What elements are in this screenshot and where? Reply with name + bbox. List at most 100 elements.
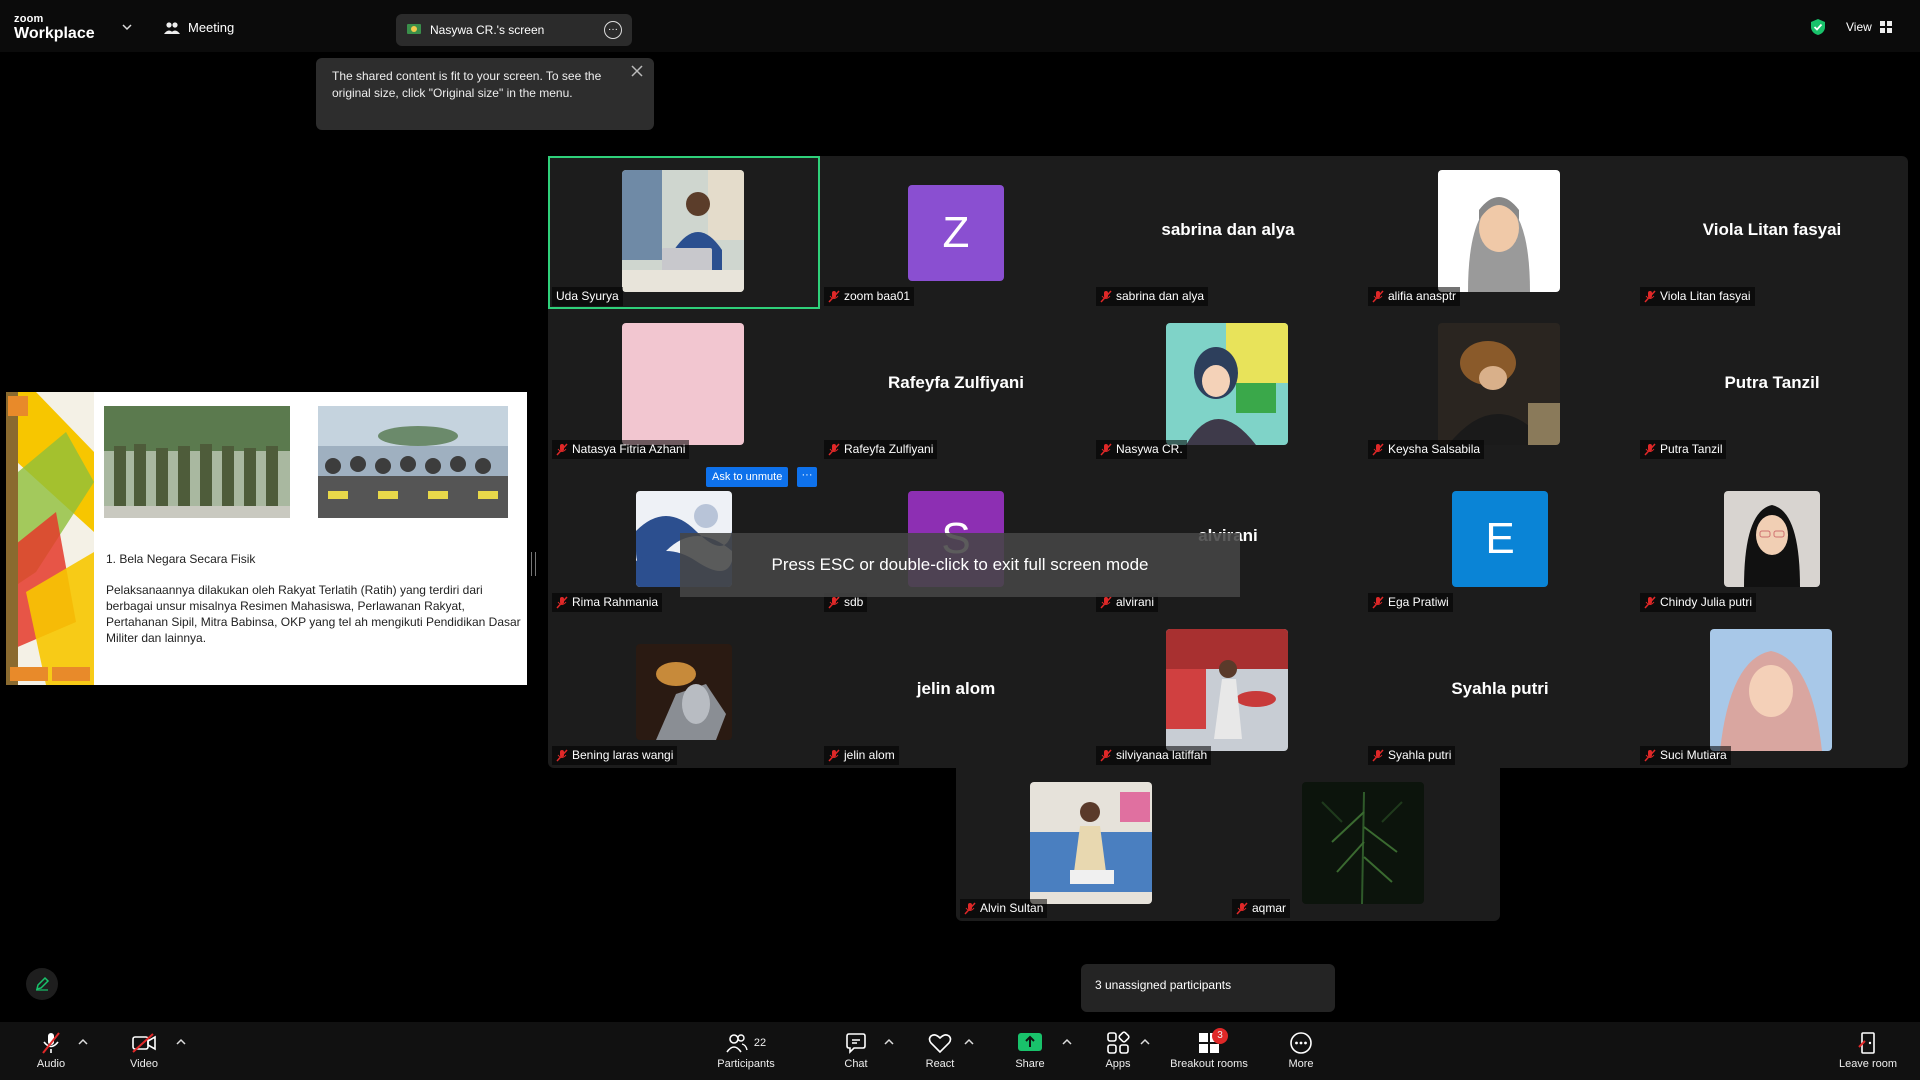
- participant-tile[interactable]: Syahla putri Syahla putri: [1364, 615, 1636, 768]
- video-off-icon: [132, 1033, 156, 1053]
- participant-display-name: jelin alom: [916, 679, 996, 698]
- apps-button[interactable]: Apps: [1100, 1030, 1136, 1070]
- participant-tile[interactable]: aqmar: [1228, 768, 1500, 921]
- shield-check-icon[interactable]: [1810, 18, 1826, 36]
- video-button[interactable]: Video: [126, 1030, 162, 1070]
- chat-button[interactable]: Chat: [838, 1030, 874, 1070]
- mic-muted-icon: [1372, 596, 1384, 609]
- participant-tile[interactable]: jelin alom jelin alom: [820, 615, 1092, 768]
- share-source-label: Nasywa CR.'s screen: [430, 23, 545, 37]
- participant-tile[interactable]: Putra Tanzil Putra Tanzil: [1636, 309, 1908, 462]
- more-button[interactable]: More: [1284, 1030, 1318, 1070]
- participant-name-label: Rima Rahmania: [552, 593, 663, 612]
- breakout-rooms-label: Breakout rooms: [1170, 1058, 1248, 1070]
- mic-muted-icon: [1372, 290, 1384, 303]
- more-options-icon[interactable]: ···: [604, 21, 622, 39]
- share-button[interactable]: Share: [1012, 1030, 1048, 1070]
- split-resize-handle[interactable]: [531, 552, 536, 576]
- shared-screen-pill[interactable]: Nasywa CR.'s screen ···: [396, 14, 632, 46]
- participant-tile[interactable]: Z zoom baa01: [820, 156, 1092, 309]
- participant-name-label: Ega Pratiwi: [1368, 593, 1453, 612]
- mic-muted-icon: [1644, 749, 1656, 762]
- profile-photo: [1710, 629, 1832, 751]
- participant-tile[interactable]: alifia anasptr: [1364, 156, 1636, 309]
- participant-tile[interactable]: sabrina dan alya sabrina dan alya: [1092, 156, 1364, 309]
- participant-name-label: Viola Litan fasyai: [1640, 287, 1755, 306]
- breakout-rooms-button[interactable]: 3 Breakout rooms: [1166, 1028, 1252, 1070]
- mic-muted-icon: [828, 749, 840, 762]
- participant-tile[interactable]: Suci Mutiara: [1636, 615, 1908, 768]
- participant-name-label: jelin alom: [824, 746, 899, 765]
- avatar: Z: [908, 185, 1004, 281]
- chevron-up-icon[interactable]: [78, 1038, 88, 1046]
- participant-tile[interactable]: Bening laras wangi: [548, 615, 820, 768]
- participant-name-label: sabrina dan alya: [1096, 287, 1209, 306]
- mic-muted-icon: [1372, 749, 1384, 762]
- share-screen-icon: [1018, 1033, 1042, 1051]
- chat-label: Chat: [844, 1058, 868, 1070]
- ask-to-unmute-button[interactable]: Ask to unmute: [706, 467, 789, 487]
- share-label: Share: [1015, 1058, 1045, 1070]
- participant-name-label: Putra Tanzil: [1640, 440, 1727, 459]
- participant-tile[interactable]: Natasya Fitria Azhani: [548, 309, 820, 462]
- profile-photo: [1438, 170, 1560, 292]
- more-label: More: [1288, 1058, 1314, 1070]
- annotate-button[interactable]: [26, 968, 58, 1000]
- unassigned-participants-popup[interactable]: 3 unassigned participants: [1081, 964, 1335, 1012]
- mic-muted-icon: [1100, 596, 1112, 609]
- participants-button[interactable]: 22 Participants: [712, 1030, 780, 1070]
- participant-name-label: Suci Mutiara: [1640, 746, 1731, 765]
- leave-room-label: Leave room: [1838, 1058, 1898, 1070]
- close-icon[interactable]: [630, 64, 644, 78]
- heart-icon: [928, 1034, 952, 1054]
- participant-tile[interactable]: Viola Litan fasyai Viola Litan fasyai: [1636, 156, 1908, 309]
- audio-button[interactable]: Audio: [34, 1030, 68, 1070]
- participant-name-label: aqmar: [1232, 899, 1291, 918]
- participant-tile[interactable]: Chindy Julia putri: [1636, 462, 1908, 615]
- profile-photo: [1724, 491, 1820, 587]
- chevron-up-icon[interactable]: [1140, 1038, 1150, 1046]
- participant-tile[interactable]: Alvin Sultan: [956, 768, 1228, 921]
- profile-photo: [1166, 629, 1288, 751]
- view-label: View: [1846, 20, 1872, 34]
- participant-display-name: sabrina dan alya: [1161, 220, 1295, 239]
- grid-view-icon: [1879, 21, 1892, 33]
- mic-muted-icon: [556, 749, 568, 762]
- participant-tile[interactable]: Nasywa CR.: [1092, 309, 1364, 462]
- participant-tile[interactable]: Keysha Salsabila: [1364, 309, 1636, 462]
- profile-photo: [1438, 323, 1560, 445]
- participant-name-label: zoom baa01: [824, 287, 915, 306]
- meeting-menu[interactable]: Meeting: [164, 20, 234, 35]
- participant-display-name: Rafeyfa Zulfiyani: [887, 373, 1025, 392]
- profile-photo: [1030, 782, 1152, 904]
- mic-muted-icon: [1644, 443, 1656, 456]
- chevron-up-icon[interactable]: [1062, 1038, 1072, 1046]
- mic-muted-icon: [828, 596, 840, 609]
- participant-more-button[interactable]: ···: [797, 467, 817, 487]
- profile-photo: [1166, 323, 1288, 445]
- tooltip-text: The shared content is fit to your screen…: [332, 69, 602, 100]
- chevron-up-icon[interactable]: [176, 1038, 186, 1046]
- participants-count: 22: [753, 1037, 767, 1049]
- brand-large: Workplace: [14, 25, 95, 42]
- slide-decoration: [6, 392, 94, 685]
- leave-room-button[interactable]: Leave room: [1836, 1030, 1900, 1070]
- chevron-up-icon[interactable]: [884, 1038, 894, 1046]
- react-button[interactable]: React: [922, 1030, 958, 1070]
- shared-screen-content[interactable]: 1. Bela Negara Secara Fisik Pelaksanaann…: [6, 392, 527, 685]
- participant-tile[interactable]: Rafeyfa Zulfiyani Rafeyfa Zulfiyani: [820, 309, 1092, 462]
- participant-display-name: Syahla putri: [1451, 679, 1549, 698]
- mic-muted-icon: [964, 902, 976, 915]
- participant-tile[interactable]: silviyanaa latiffah: [1092, 615, 1364, 768]
- participant-tile[interactable]: E Ega Pratiwi: [1364, 462, 1636, 615]
- profile-photo: [1302, 782, 1424, 904]
- mic-muted-icon: [556, 443, 568, 456]
- chevron-up-icon[interactable]: [964, 1038, 974, 1046]
- participant-tile[interactable]: Uda Syurya: [548, 156, 820, 309]
- participant-name-label: Bening laras wangi: [552, 746, 678, 765]
- zoom-workplace-logo[interactable]: zoom Workplace: [14, 14, 95, 42]
- view-button[interactable]: View: [1846, 20, 1892, 34]
- participant-name-label: Syahla putri: [1368, 746, 1456, 765]
- chevron-down-icon[interactable]: [122, 22, 132, 32]
- top-bar: zoom Workplace Meeting Nasywa CR.'s scre…: [0, 0, 1920, 52]
